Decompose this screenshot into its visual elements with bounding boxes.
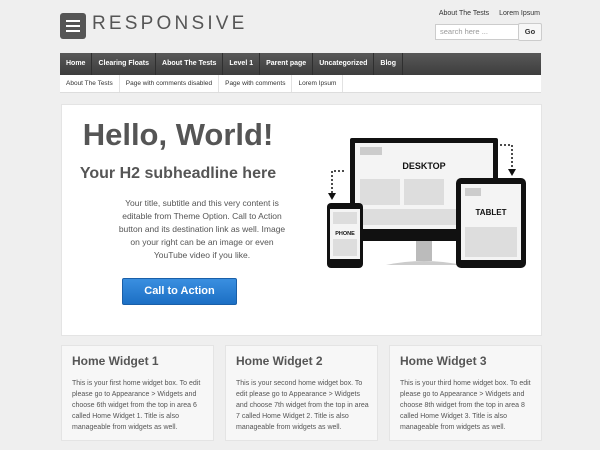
desktop-label: DESKTOP xyxy=(402,161,445,171)
widget-text: This is your third home widget box. To e… xyxy=(400,380,531,431)
nav-item-home[interactable]: Home xyxy=(60,53,93,75)
logo-menu-icon[interactable] xyxy=(60,13,86,39)
home-widget-2: Home Widget 2 This is your second home w… xyxy=(225,345,378,441)
search-button[interactable]: Go xyxy=(518,23,542,41)
devices-illustration: DESKTOP TABLET PHONE xyxy=(327,138,526,268)
hero-subtitle: Your H2 subheadline here xyxy=(79,165,277,182)
home-widget-3: Home Widget 3 This is your third home wi… xyxy=(389,345,542,441)
nav-item-parent-page[interactable]: Parent page xyxy=(260,53,314,75)
top-link-about[interactable]: About The Tests xyxy=(439,10,489,17)
main-navigation: Home Clearing Floats About The Tests Lev… xyxy=(60,53,541,75)
widget-title: Home Widget 2 xyxy=(236,354,323,368)
hero-text: Your title, subtitle and this very conte… xyxy=(118,198,286,260)
nav-item-clearing-floats[interactable]: Clearing Floats xyxy=(92,53,157,75)
widget-title: Home Widget 3 xyxy=(400,354,487,368)
search-input[interactable]: search here ... xyxy=(435,24,519,40)
tablet-label: TABLET xyxy=(476,208,507,217)
phone-label: PHONE xyxy=(335,231,355,237)
call-to-action-button[interactable]: Call to Action xyxy=(122,278,237,305)
subnav-item-comments-disabled[interactable]: Page with comments disabled xyxy=(120,75,220,92)
nav-item-level-1[interactable]: Level 1 xyxy=(223,53,261,75)
subnav-item-lorem[interactable]: Lorem Ipsum xyxy=(292,75,344,92)
hero-section: Hello, World! Your H2 subheadline here Y… xyxy=(61,104,542,336)
home-widget-1: Home Widget 1 This is your first home wi… xyxy=(61,345,214,441)
site-logo[interactable]: RESPONSIVE xyxy=(92,13,248,35)
nav-item-about-tests[interactable]: About The Tests xyxy=(156,53,224,75)
subnav-item-comments[interactable]: Page with comments xyxy=(219,75,293,92)
sub-navigation: About The Tests Page with comments disab… xyxy=(60,75,541,93)
nav-item-blog[interactable]: Blog xyxy=(374,53,403,75)
top-link-lorem[interactable]: Lorem Ipsum xyxy=(499,10,540,17)
nav-item-uncategorized[interactable]: Uncategorized xyxy=(313,53,375,75)
hero-title: Hello, World! xyxy=(82,117,274,152)
top-menu: About The Tests Lorem Ipsum xyxy=(431,10,540,17)
widget-text: This is your first home widget box. To e… xyxy=(72,380,201,431)
subnav-item-about-tests[interactable]: About The Tests xyxy=(60,75,120,92)
widget-title: Home Widget 1 xyxy=(72,354,159,368)
widget-text: This is your second home widget box. To … xyxy=(236,380,369,431)
